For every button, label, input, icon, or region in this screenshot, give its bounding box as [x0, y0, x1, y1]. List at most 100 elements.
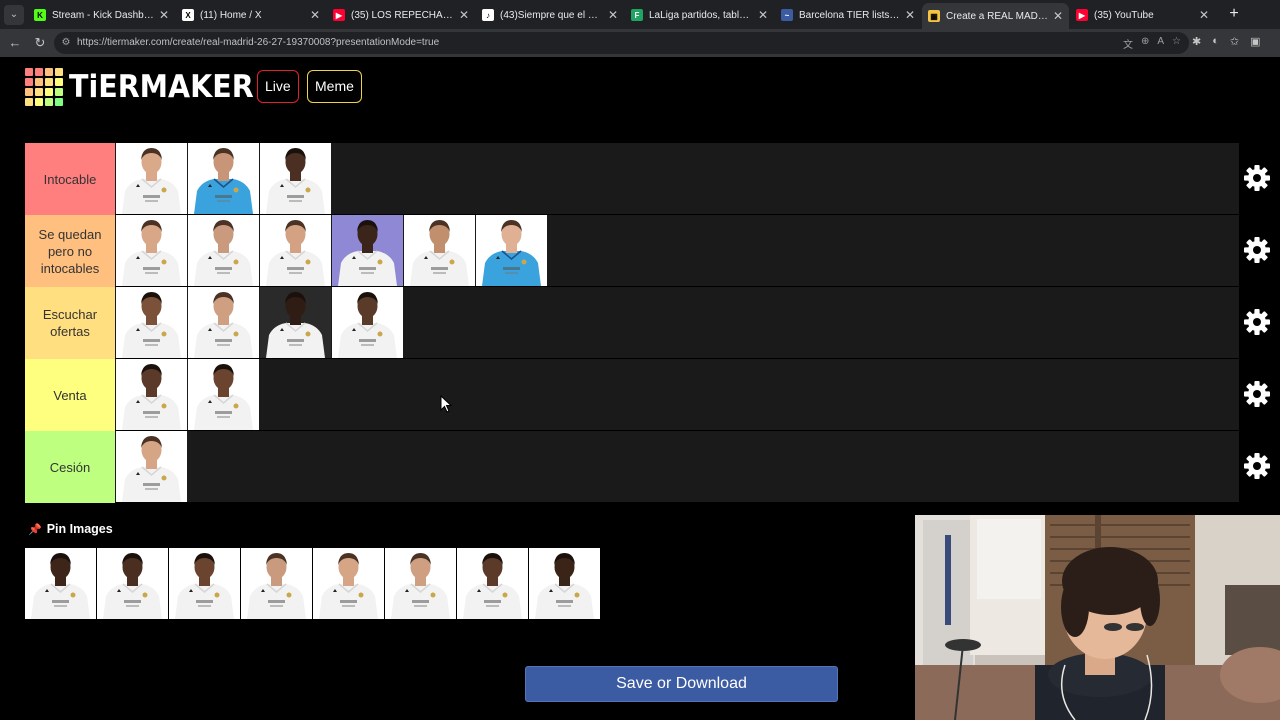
browser-tab-strip: ⌄ K Stream - Kick Dashboard ✕ X (11) Home / …: [0, 0, 1280, 29]
tab-title: LaLiga partidos, tablas y noti: [649, 9, 754, 21]
reader-icon[interactable]: A: [1157, 36, 1164, 51]
tiermaker-icon: ~: [781, 9, 793, 21]
pin-images-label: Pin Images: [46, 522, 113, 536]
new-tab-icon[interactable]: +: [1225, 5, 1243, 23]
tier-label[interactable]: Escuchar ofertas: [25, 287, 115, 359]
tab-close-icon[interactable]: ✕: [1053, 9, 1063, 23]
tab-title: (11) Home / X: [200, 9, 262, 21]
tab-close-icon[interactable]: ✕: [1199, 8, 1209, 22]
site-info-icon[interactable]: ⚙: [60, 37, 72, 49]
browser-tab[interactable]: ▶ (35) LOS REPECHAJES MAS A ✕: [327, 3, 475, 27]
player-image[interactable]: [260, 287, 331, 358]
collections-icon[interactable]: ▣: [1250, 35, 1260, 48]
mouse-cursor-icon: [440, 394, 453, 413]
tier-label[interactable]: Venta: [25, 359, 115, 431]
tab-search-icon[interactable]: ⌄: [4, 5, 24, 25]
bookmark-star-icon[interactable]: ☆: [1172, 36, 1181, 51]
tier-items: [116, 215, 548, 287]
tier-items: [116, 359, 260, 431]
browser-tab[interactable]: X (11) Home / X ✕: [176, 3, 326, 27]
player-image[interactable]: [260, 215, 331, 286]
tier-row: Intocable: [25, 143, 1270, 215]
player-image[interactable]: [188, 143, 259, 214]
pin-icon: 📌: [28, 523, 42, 536]
browser-tab[interactable]: F LaLiga partidos, tablas y noti ✕: [625, 3, 774, 27]
youtube-icon: ▶: [333, 9, 345, 21]
tier-items: [116, 143, 332, 215]
tier-items: [116, 431, 188, 503]
tab-close-icon[interactable]: ✕: [905, 8, 915, 22]
reload-icon[interactable]: ↻: [31, 34, 49, 52]
player-image[interactable]: [116, 431, 187, 502]
tab-close-icon[interactable]: ✕: [310, 8, 320, 22]
tab-title: Create a REAL MADRID 26/2: [946, 10, 1049, 22]
tier-settings-gear-icon[interactable]: [1244, 381, 1270, 407]
tiermaker-logo[interactable]: TiERMAKER: [25, 68, 270, 106]
unranked-images: [25, 548, 601, 619]
tab-close-icon[interactable]: ✕: [459, 8, 469, 22]
unranked-player-image[interactable]: [97, 548, 168, 619]
unranked-player-image[interactable]: [313, 548, 384, 619]
webcam-overlay: [915, 515, 1280, 720]
pin-images-header[interactable]: 📌 Pin Images: [28, 522, 113, 536]
tier-row: Venta: [25, 359, 1270, 431]
player-image[interactable]: [116, 215, 187, 286]
translate-icon[interactable]: 文: [1123, 36, 1133, 51]
save-or-download-button[interactable]: Save or Download: [525, 666, 838, 702]
player-image[interactable]: [404, 215, 475, 286]
player-image[interactable]: [116, 287, 187, 358]
player-image[interactable]: [188, 359, 259, 430]
unranked-player-image[interactable]: [241, 548, 312, 619]
player-image[interactable]: [332, 215, 403, 286]
live-button[interactable]: Live: [257, 70, 299, 103]
player-image[interactable]: [476, 215, 547, 286]
unranked-player-image[interactable]: [529, 548, 600, 619]
address-bar[interactable]: ⚙ https://tiermaker.com/create/real-madr…: [54, 32, 1189, 54]
tier-row: Se quedan pero no intocables: [25, 215, 1270, 287]
player-image[interactable]: [188, 215, 259, 286]
unranked-player-image[interactable]: [385, 548, 456, 619]
browser-tab[interactable]: ~ Barcelona TIER lists PLAYER ✕: [775, 3, 921, 27]
player-image[interactable]: [116, 143, 187, 214]
zoom-icon[interactable]: ⊕: [1141, 36, 1149, 51]
url-text: https://tiermaker.com/create/real-madrid…: [77, 37, 440, 48]
unranked-player-image[interactable]: [457, 548, 528, 619]
tier-list: Intocable Se quedan pero no intocables E…: [25, 143, 1270, 503]
back-icon[interactable]: ←: [6, 34, 24, 52]
player-image[interactable]: [188, 287, 259, 358]
extensions-icon[interactable]: ✱: [1192, 35, 1201, 48]
browser-tab[interactable]: ▶ (35) YouTube ✕: [1070, 3, 1215, 27]
meme-button[interactable]: Meme: [307, 70, 362, 103]
tier-row: Cesión: [25, 431, 1270, 503]
tab-title: (35) YouTube: [1094, 9, 1154, 21]
tab-title: (35) LOS REPECHAJES MAS A: [351, 9, 455, 21]
unranked-player-image[interactable]: [169, 548, 240, 619]
tier-label[interactable]: Intocable: [25, 143, 115, 215]
favorites-icon[interactable]: ✩: [1230, 35, 1239, 48]
browser-tab[interactable]: ▦ Create a REAL MADRID 26/2 ✕: [922, 3, 1069, 29]
player-image[interactable]: [260, 143, 331, 214]
tab-title: (43)Siempre que el Barça y el: [500, 9, 604, 21]
browser-toolbar: ← ↻ ⚙ https://tiermaker.com/create/real-…: [0, 29, 1280, 57]
tier-label[interactable]: Se quedan pero no intocables: [25, 215, 115, 287]
logo-grid-icon: [25, 68, 63, 106]
tiermaker-icon: ▦: [928, 10, 940, 22]
unranked-player-image[interactable]: [25, 548, 96, 619]
tier-settings-gear-icon[interactable]: [1244, 309, 1270, 335]
player-image[interactable]: [332, 287, 403, 358]
tab-close-icon[interactable]: ✕: [758, 8, 768, 22]
tier-settings-gear-icon[interactable]: [1244, 237, 1270, 263]
tab-close-icon[interactable]: ✕: [159, 8, 169, 22]
browser-tab[interactable]: ♪ (43)Siempre que el Barça y el ✕: [476, 3, 624, 27]
tier-settings-gear-icon[interactable]: [1244, 453, 1270, 479]
tiktok-icon: ♪: [482, 9, 494, 21]
browser-tab[interactable]: K Stream - Kick Dashboard ✕: [28, 3, 175, 27]
tier-settings-gear-icon[interactable]: [1244, 165, 1270, 191]
tab-close-icon[interactable]: ✕: [608, 8, 618, 22]
x-icon: X: [182, 9, 194, 21]
logo-text: TiERMAKER: [69, 69, 254, 105]
tier-items: [116, 287, 404, 359]
profile-icon[interactable]: ◐: [1212, 35, 1219, 48]
tier-label[interactable]: Cesión: [25, 431, 115, 503]
player-image[interactable]: [116, 359, 187, 430]
